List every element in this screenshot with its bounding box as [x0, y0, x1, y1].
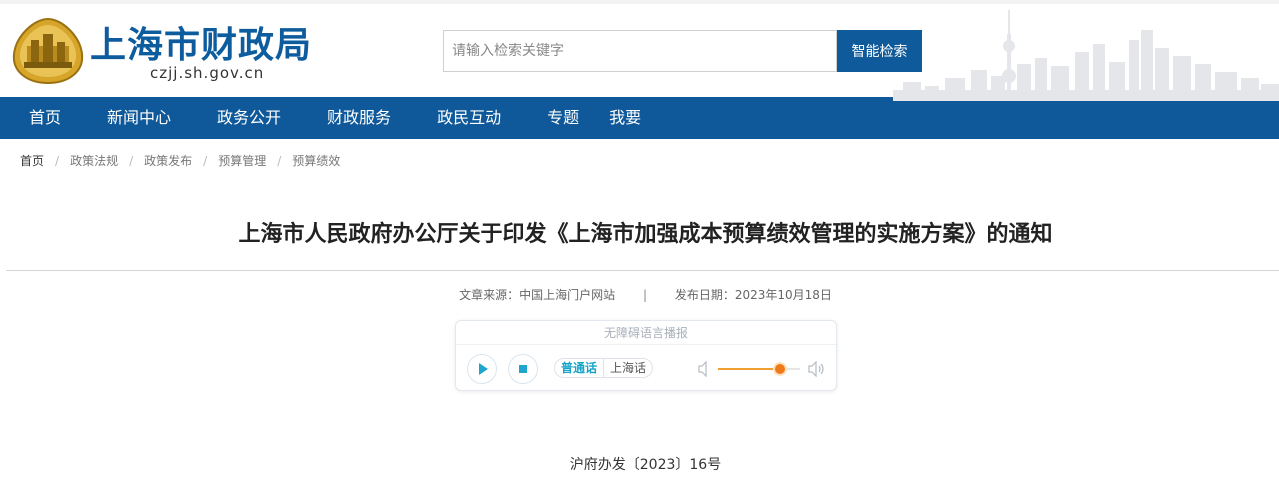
volume-slider-fill: [718, 368, 781, 370]
lang-mandarin-option[interactable]: 普通话: [555, 359, 603, 377]
article-title: 上海市人民政府办公厅关于印发《上海市加强成本预算绩效管理的实施方案》的通知: [238, 222, 1053, 247]
player-title: 无障碍语言播报: [456, 321, 836, 345]
play-icon: [479, 363, 488, 375]
lang-shanghainese-option[interactable]: 上海话: [603, 359, 652, 377]
stop-button[interactable]: [508, 354, 538, 384]
site-domain: czjj.sh.gov.cn: [150, 64, 265, 82]
stop-icon: [519, 365, 527, 373]
site-title[interactable]: 上海市财政局: [90, 16, 312, 68]
breadcrumb: 首页 / 政策法规 / 政策发布 / 预算管理 / 预算绩效: [20, 152, 340, 169]
nav-item-topics[interactable]: 专题: [547, 97, 579, 139]
nav-item-interaction[interactable]: 政民互动: [437, 97, 501, 139]
volume-slider[interactable]: [718, 364, 800, 374]
breadcrumb-budget-management[interactable]: 预算管理: [218, 152, 266, 169]
play-button[interactable]: [467, 354, 497, 384]
breadcrumb-policy-release[interactable]: 政策发布: [144, 152, 192, 169]
breadcrumb-separator: /: [55, 153, 60, 168]
nav-item-government-affairs[interactable]: 政务公开: [217, 97, 281, 139]
breadcrumb-budget-performance[interactable]: 预算绩效: [292, 152, 340, 169]
document-number: 沪府办发〔2023〕16号: [569, 457, 722, 473]
article-date: 发布日期：2023年10月18日: [674, 288, 832, 302]
article-meta: 文章来源：中国上海门户网站 | 发布日期：2023年10月18日: [0, 286, 1279, 303]
breadcrumb-separator: /: [203, 153, 208, 168]
nav-item-home[interactable]: 首页: [29, 97, 61, 139]
main-nav: 首页 新闻中心 政务公开 财政服务 政民互动 专题 我要: [0, 97, 1279, 139]
breadcrumb-home[interactable]: 首页: [20, 152, 44, 169]
audio-player: 无障碍语言播报 普通话 上海话: [455, 320, 837, 391]
breadcrumb-separator: /: [129, 153, 134, 168]
meta-separator: |: [642, 288, 647, 302]
breadcrumb-policies[interactable]: 政策法规: [70, 152, 118, 169]
breadcrumb-separator: /: [277, 153, 282, 168]
search-input[interactable]: [443, 30, 837, 72]
nav-item-i-want[interactable]: 我要: [609, 97, 641, 139]
city-skyline-decoration: [893, 10, 1279, 101]
volume-slider-handle[interactable]: [775, 364, 786, 374]
language-toggle: 普通话 上海话: [554, 358, 654, 378]
volume-up-icon[interactable]: [808, 361, 826, 377]
nav-item-finance-services[interactable]: 财政服务: [327, 97, 391, 139]
title-divider: [6, 270, 1279, 271]
article-source: 文章来源：中国上海门户网站: [459, 288, 616, 302]
volume-down-icon[interactable]: [698, 361, 712, 377]
site-header: 上海市财政局 czjj.sh.gov.cn 智能检索: [0, 0, 1279, 101]
finance-bureau-emblem-icon[interactable]: [10, 16, 86, 86]
nav-item-news[interactable]: 新闻中心: [107, 97, 171, 139]
